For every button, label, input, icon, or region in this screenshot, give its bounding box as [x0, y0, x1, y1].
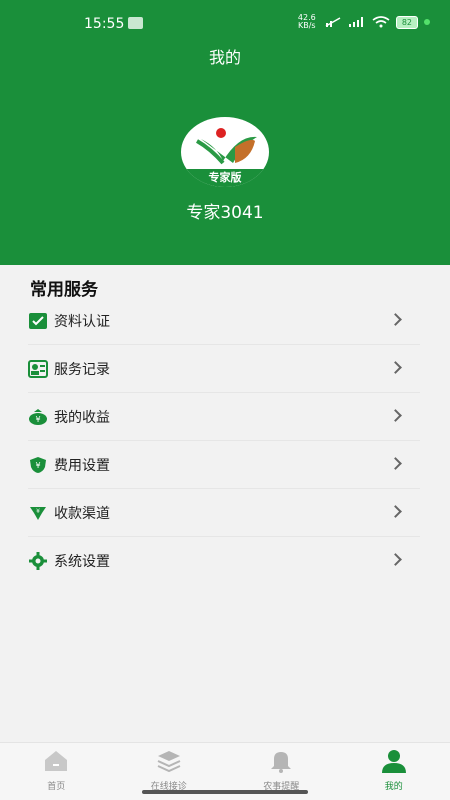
- layers-icon: [157, 751, 181, 773]
- menu-item-service-records[interactable]: 服务记录: [28, 345, 420, 393]
- tab-label: 我的: [384, 782, 403, 792]
- chevron-right-icon: [389, 361, 402, 374]
- network-speed-unit: KB/s: [298, 21, 316, 30]
- menu-item-payment-channels[interactable]: ¥ 收款渠道: [28, 489, 420, 537]
- payment-channel-icon: ¥: [28, 503, 48, 523]
- tab-label: 首页: [47, 782, 66, 792]
- home-indicator[interactable]: [142, 790, 308, 794]
- services-list: 资料认证 服务记录 ¥ 我的收益 ¥ 费用设置 ¥ 收款渠道 系统设置: [28, 297, 420, 585]
- menu-item-my-earnings[interactable]: ¥ 我的收益: [28, 393, 420, 441]
- signal-icon: [348, 17, 363, 27]
- chevron-right-icon: [389, 553, 402, 566]
- menu-item-id-verification[interactable]: 资料认证: [28, 297, 420, 345]
- status-time: 15:55: [84, 16, 125, 32]
- fee-shield-icon: ¥: [28, 455, 48, 475]
- svg-text:¥: ¥: [35, 415, 40, 424]
- menu-item-label: 资料认证: [54, 313, 110, 330]
- expert-edition-badge: 专家版: [181, 169, 269, 187]
- tab-home[interactable]: 首页: [0, 743, 113, 800]
- services-panel: 常用服务 资料认证 服务记录 ¥ 我的收益 ¥ 费用设置 ¥ 收款渠道 系统设置: [0, 265, 450, 743]
- profile-header: 15:55 42.6 KB/s 82 我的 专家版 专家3041: [0, 0, 450, 265]
- page-title: 我的: [208, 48, 241, 67]
- money-bag-icon: ¥: [28, 407, 48, 427]
- no-signal-icon: [325, 17, 341, 27]
- svg-text:¥: ¥: [36, 508, 40, 515]
- home-icon: [45, 751, 68, 771]
- chevron-right-icon: [389, 409, 402, 422]
- tab-mine[interactable]: 我的: [338, 743, 450, 800]
- record-card-icon: [28, 359, 48, 379]
- battery-level: 82: [395, 15, 418, 29]
- menu-item-system-settings[interactable]: 系统设置: [28, 537, 420, 585]
- username: 专家3041: [186, 203, 264, 223]
- menu-item-fee-settings[interactable]: ¥ 费用设置: [28, 441, 420, 489]
- wifi-icon: [372, 16, 390, 28]
- menu-item-label: 收款渠道: [54, 505, 110, 522]
- menu-item-label: 服务记录: [54, 361, 110, 378]
- person-icon: [381, 750, 406, 773]
- bell-icon: [271, 752, 292, 773]
- chevron-right-icon: [389, 457, 402, 470]
- gear-icon: [28, 551, 48, 571]
- svg-text:¥: ¥: [35, 461, 40, 470]
- status-indicators: 42.6 KB/s 82: [296, 14, 430, 30]
- network-speed: 42.6 KB/s: [296, 14, 318, 30]
- chevron-right-icon: [389, 313, 402, 326]
- menu-item-label: 费用设置: [54, 457, 110, 474]
- avatar[interactable]: 专家版: [181, 117, 269, 187]
- menu-item-label: 系统设置: [54, 554, 110, 570]
- status-bar: 15:55 42.6 KB/s 82: [0, 0, 450, 48]
- charging-icon: [424, 19, 430, 25]
- id-verify-icon: [28, 311, 48, 331]
- wrench-icon: [128, 17, 143, 29]
- chevron-right-icon: [389, 505, 402, 518]
- menu-item-label: 我的收益: [54, 409, 110, 426]
